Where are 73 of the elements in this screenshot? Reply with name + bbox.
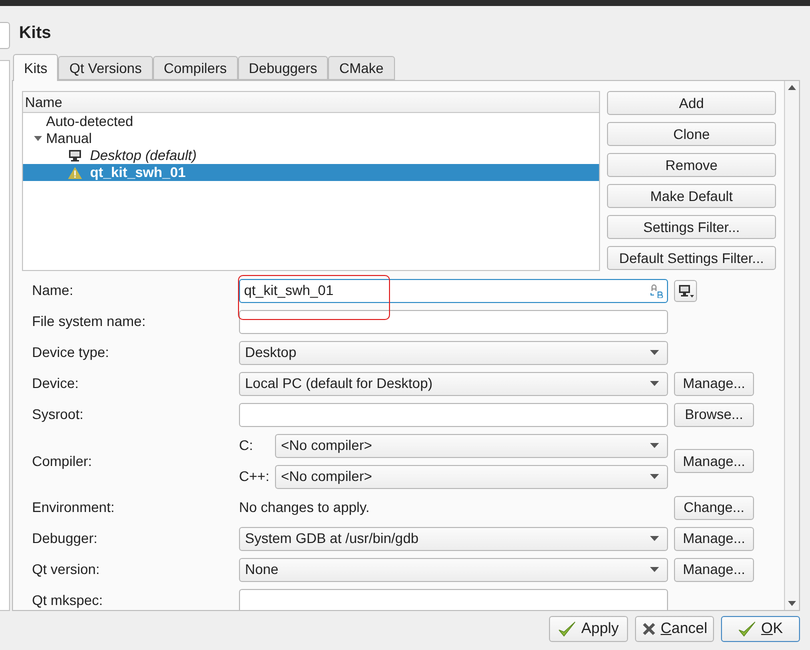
- dropdown-arrow-icon: [650, 536, 659, 541]
- monitor-icon: [68, 149, 82, 162]
- dropdown[interactable]: <No compiler>: [275, 434, 668, 458]
- field-label: Device:: [31, 374, 80, 393]
- tab[interactable]: Qt Versions: [58, 56, 153, 80]
- input-field[interactable]: [239, 588, 668, 610]
- scroll-up-icon[interactable]: [788, 85, 796, 90]
- kit-action-button[interactable]: Settings Filter...: [607, 215, 776, 239]
- close-icon: [642, 622, 656, 636]
- variable-chooser-icon[interactable]: [649, 284, 663, 298]
- tree-item[interactable]: Desktop (default): [23, 147, 599, 164]
- monitor-menu-button[interactable]: [674, 280, 697, 302]
- kit-action-button[interactable]: Default Settings Filter...: [607, 246, 776, 270]
- warning-icon: [68, 166, 82, 178]
- monitor-icon: [678, 284, 694, 298]
- dropdown[interactable]: <No compiler>: [275, 464, 668, 488]
- field-label: Name:: [31, 281, 74, 300]
- tree-item-label: Manual: [46, 129, 92, 148]
- field-label: Compiler:: [31, 452, 93, 471]
- check-icon: [558, 621, 576, 637]
- dropdown[interactable]: Local PC (default for Desktop): [239, 372, 668, 396]
- dialog-button[interactable]: Cancel: [635, 616, 714, 642]
- dialog-button[interactable]: Apply: [549, 616, 628, 642]
- language-label: C:: [239, 436, 254, 455]
- tree-item-label: Auto-detected: [46, 112, 134, 131]
- dropdown[interactable]: Desktop: [239, 340, 668, 364]
- dropdown[interactable]: System GDB at /usr/bin/gdb: [239, 526, 668, 550]
- category-list[interactable]: [0, 60, 10, 611]
- tree-item[interactable]: Manual: [23, 130, 599, 147]
- dropdown-arrow-icon: [650, 474, 659, 479]
- expanded-arrow-icon[interactable]: [34, 136, 42, 141]
- check-icon: [738, 621, 756, 637]
- kit-action-button[interactable]: Clone: [607, 122, 776, 146]
- dialog-button[interactable]: OK: [721, 616, 800, 642]
- manage-button[interactable]: Manage...: [674, 449, 754, 473]
- tab[interactable]: CMake: [328, 56, 395, 80]
- input-field[interactable]: [239, 402, 668, 426]
- tree-item-label: Desktop (default): [90, 146, 197, 165]
- field-label: Device type:: [31, 343, 110, 362]
- field-label: File system name:: [31, 312, 147, 331]
- field-label: Qt mkspec:: [31, 591, 104, 610]
- kit-action-button[interactable]: Add: [607, 91, 776, 115]
- manage-button[interactable]: Manage...: [674, 372, 754, 396]
- language-label: C++:: [239, 467, 270, 486]
- dropdown-arrow-icon: [650, 567, 659, 572]
- scroll-down-icon[interactable]: [788, 601, 796, 606]
- filter-field[interactable]: [0, 22, 10, 49]
- column-header: Name: [23, 92, 599, 113]
- field-label: Debugger:: [31, 529, 98, 548]
- manage-button[interactable]: Manage...: [674, 558, 754, 582]
- dropdown-arrow-icon: [650, 350, 659, 355]
- page-title: Kits: [18, 22, 52, 42]
- tab[interactable]: Compilers: [152, 56, 238, 80]
- field-label: Sysroot:: [31, 405, 84, 424]
- tab[interactable]: Kits: [13, 54, 58, 81]
- manage-button[interactable]: Manage...: [674, 526, 754, 550]
- input-field[interactable]: [239, 310, 668, 334]
- dropdown-arrow-icon: [650, 381, 659, 386]
- tab[interactable]: Debuggers: [238, 56, 328, 80]
- dropdown[interactable]: None: [239, 558, 668, 582]
- tree-item[interactable]: qt_kit_swh_01: [23, 164, 599, 181]
- manage-button[interactable]: Browse...: [674, 402, 754, 426]
- tree-item[interactable]: Auto-detected: [23, 113, 599, 130]
- tree-item-label: qt_kit_swh_01: [90, 163, 186, 182]
- dropdown-arrow-icon: [650, 443, 659, 448]
- kit-action-button[interactable]: Remove: [607, 153, 776, 177]
- field-label: Qt version:: [31, 560, 101, 579]
- name-field[interactable]: qt_kit_swh_01: [239, 278, 668, 302]
- scrollbar[interactable]: [784, 81, 799, 610]
- field-label: Environment:: [31, 498, 116, 517]
- kit-action-button[interactable]: Make Default: [607, 184, 776, 208]
- environment-status: No changes to apply.: [239, 498, 370, 517]
- manage-button[interactable]: Change...: [674, 496, 754, 520]
